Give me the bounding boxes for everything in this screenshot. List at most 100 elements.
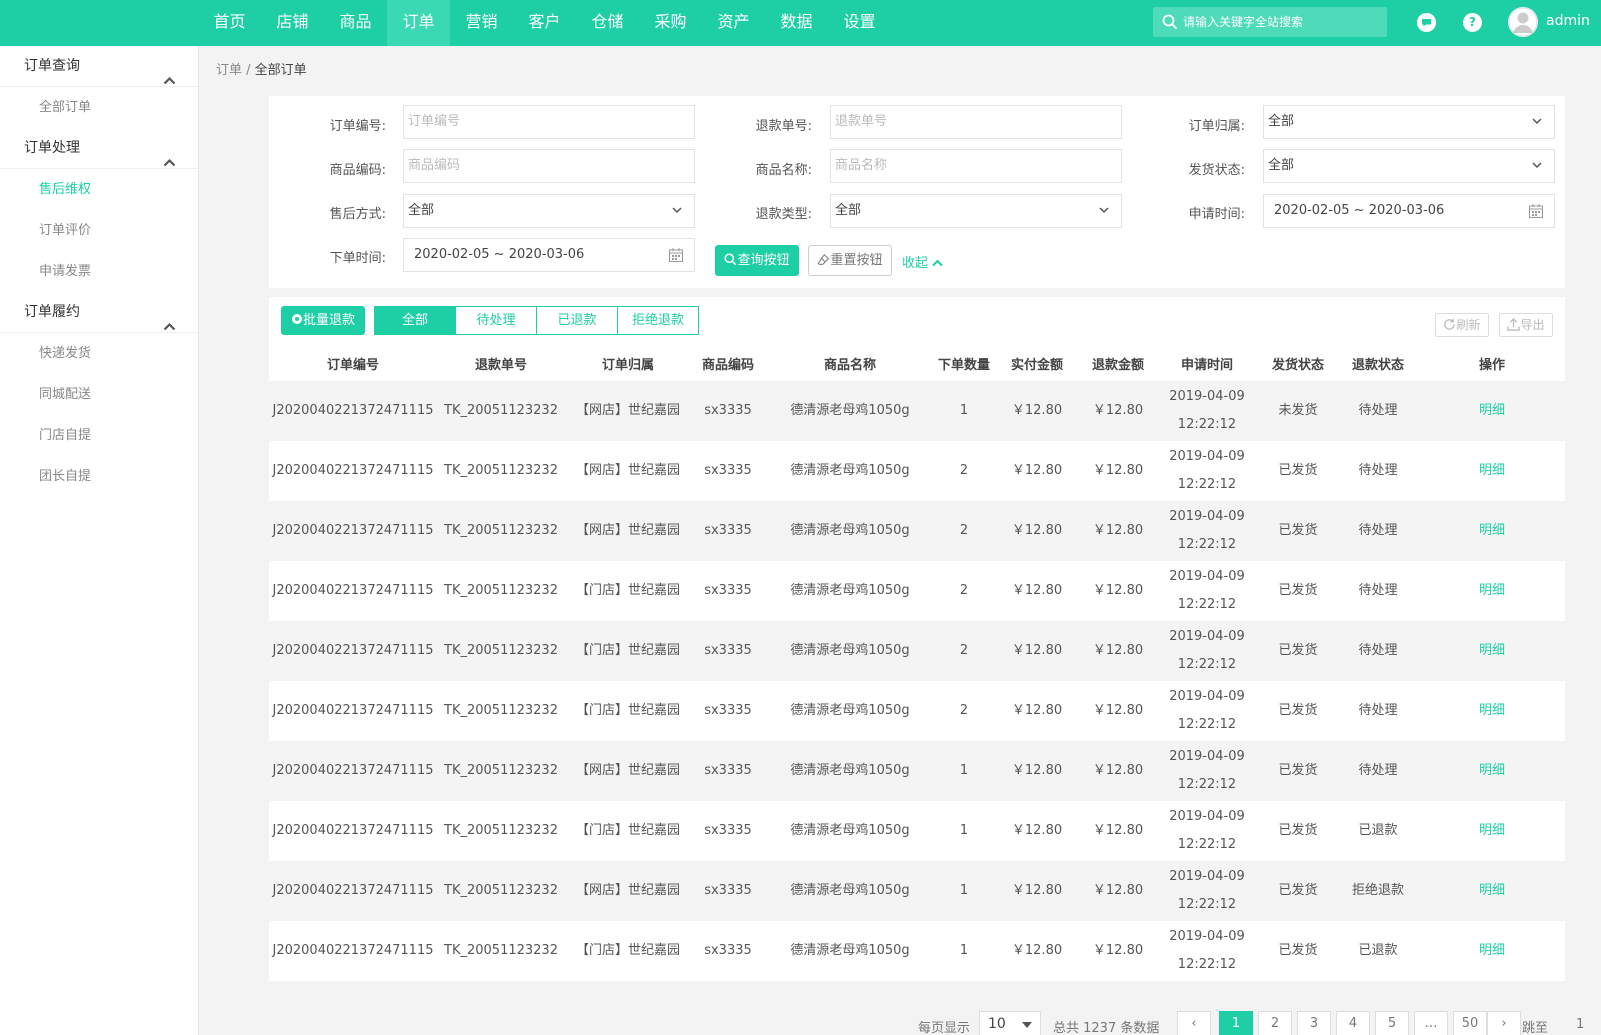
goods-code-input[interactable]: 商品编码 bbox=[403, 149, 695, 183]
aftersale-select[interactable]: 全部 bbox=[403, 194, 695, 228]
page-button[interactable]: … bbox=[1414, 1011, 1448, 1035]
page-button[interactable]: 1 bbox=[1219, 1011, 1253, 1035]
goto-input[interactable]: 1 bbox=[1576, 1017, 1584, 1032]
export-icon bbox=[1507, 318, 1521, 331]
apply-date: 2019-04-09 bbox=[1169, 929, 1245, 944]
query-button[interactable]: 查询按钮 bbox=[715, 245, 799, 276]
order-owner-cell: 【网店】世纪嘉园 bbox=[565, 861, 691, 921]
detail-link[interactable]: 明细 bbox=[1419, 381, 1565, 441]
refresh-button[interactable]: 刷新 bbox=[1435, 313, 1489, 337]
total-count: 总共 1237 条数据 bbox=[1053, 1021, 1160, 1035]
detail-link[interactable]: 明细 bbox=[1419, 441, 1565, 501]
reset-button[interactable]: 重置按钮 bbox=[808, 245, 892, 276]
sidebar-item[interactable]: 团长自提 bbox=[0, 456, 198, 497]
nav-item[interactable]: 资产 bbox=[702, 0, 765, 46]
sidebar-group[interactable]: 订单履约 bbox=[0, 292, 198, 333]
paid-amount-cell: ￥12.80 bbox=[993, 441, 1081, 501]
refund-no-cell: TK_20051123232 bbox=[437, 501, 565, 561]
goods-code-cell: sx3335 bbox=[691, 741, 765, 801]
nav-item[interactable]: 店铺 bbox=[261, 0, 324, 46]
refund-table: 订单编号 退款单号 订单归属 商品编码 商品名称 下单数量 实付金额 退款金额 申请时间 发货状态… bbox=[269, 345, 1565, 981]
goods-name-input[interactable]: 商品名称 bbox=[830, 149, 1122, 183]
owner-select[interactable]: 全部 bbox=[1263, 105, 1555, 139]
per-page-select[interactable]: 10 bbox=[979, 1011, 1041, 1035]
nav-item[interactable]: 客户 bbox=[513, 0, 576, 46]
order-no-cell: J2020040221372471115 bbox=[269, 621, 437, 681]
detail-link[interactable]: 明细 bbox=[1419, 921, 1565, 981]
table-body: J2020040221372471115 TK_20051123232 【网店】世纪… bbox=[269, 381, 1565, 981]
sidebar-item[interactable]: 同城配送 bbox=[0, 374, 198, 415]
help-icon[interactable]: ? bbox=[1463, 13, 1482, 32]
column-header: 实付金额 bbox=[993, 345, 1081, 381]
message-icon[interactable] bbox=[1417, 13, 1436, 32]
page-button[interactable]: 2 bbox=[1258, 1011, 1292, 1035]
goods-code-cell: sx3335 bbox=[691, 381, 765, 441]
nav-item[interactable]: 数据 bbox=[765, 0, 828, 46]
nav-item[interactable]: 首页 bbox=[198, 0, 261, 46]
order-no-input[interactable]: 订单编号 bbox=[403, 105, 695, 139]
refund-amount-cell: ￥12.80 bbox=[1081, 621, 1155, 681]
refund-amount-cell: ￥12.80 bbox=[1081, 801, 1155, 861]
order-time-picker[interactable]: 2020-02-05 ~ 2020-03-06 bbox=[403, 238, 695, 272]
avatar[interactable] bbox=[1508, 7, 1538, 37]
refund-no-cell: TK_20051123232 bbox=[437, 381, 565, 441]
apply-time-picker[interactable]: 2020-02-05 ~ 2020-03-06 bbox=[1263, 194, 1555, 228]
sidebar-item[interactable]: 门店自提 bbox=[0, 415, 198, 456]
paid-amount-cell: ￥12.80 bbox=[993, 681, 1081, 741]
sidebar-group[interactable]: 订单查询 bbox=[0, 46, 198, 87]
order-no-cell: J2020040221372471115 bbox=[269, 681, 437, 741]
detail-link[interactable]: 明细 bbox=[1419, 621, 1565, 681]
next-page-button[interactable]: › bbox=[1487, 1011, 1521, 1035]
aftersale-label: 售后方式: bbox=[329, 207, 386, 222]
tab-status[interactable]: 待处理 bbox=[455, 306, 537, 335]
refund-status-cell: 待处理 bbox=[1337, 561, 1419, 621]
chevron-down-icon bbox=[1532, 162, 1542, 169]
tab-status[interactable]: 拒绝退款 bbox=[617, 306, 699, 335]
column-header: 订单编号 bbox=[269, 345, 437, 381]
page-button[interactable]: 5 bbox=[1375, 1011, 1409, 1035]
nav-item[interactable]: 仓储 bbox=[576, 0, 639, 46]
tab-status[interactable]: 已退款 bbox=[536, 306, 618, 335]
detail-link[interactable]: 明细 bbox=[1419, 501, 1565, 561]
chevron-up-icon bbox=[163, 307, 176, 348]
ship-status-cell: 已发货 bbox=[1259, 801, 1337, 861]
page-button[interactable]: 50 bbox=[1453, 1011, 1487, 1035]
global-search[interactable] bbox=[1153, 7, 1387, 37]
gear-icon bbox=[291, 314, 302, 324]
sidebar-item[interactable]: 申请发票 bbox=[0, 251, 198, 292]
refund-status-cell: 待处理 bbox=[1337, 741, 1419, 801]
export-button[interactable]: 导出 bbox=[1499, 313, 1553, 337]
sidebar-item[interactable]: 订单评价 bbox=[0, 210, 198, 251]
detail-link[interactable]: 明细 bbox=[1419, 741, 1565, 801]
ship-status-select[interactable]: 全部 bbox=[1263, 149, 1555, 183]
apply-time-value: 2020-02-05 ~ 2020-03-06 bbox=[1274, 203, 1445, 218]
export-label: 导出 bbox=[1520, 318, 1545, 332]
page-button[interactable]: 3 bbox=[1297, 1011, 1331, 1035]
nav-item[interactable]: 采购 bbox=[639, 0, 702, 46]
refund-type-select[interactable]: 全部 bbox=[830, 194, 1122, 228]
order-no-cell: J2020040221372471115 bbox=[269, 501, 437, 561]
nav-item[interactable]: 商品 bbox=[324, 0, 387, 46]
detail-link[interactable]: 明细 bbox=[1419, 561, 1565, 621]
refund-no-cell: TK_20051123232 bbox=[437, 441, 565, 501]
search-input[interactable] bbox=[1183, 7, 1381, 37]
collapse-toggle[interactable]: 收起 bbox=[902, 252, 943, 271]
page-button[interactable]: 4 bbox=[1336, 1011, 1370, 1035]
nav-item[interactable]: 订单 bbox=[387, 0, 450, 46]
sidebar-group[interactable]: 订单处理 bbox=[0, 128, 198, 169]
nav-item[interactable]: 营销 bbox=[450, 0, 513, 46]
tab-status[interactable]: 全部 bbox=[374, 306, 456, 335]
nav-item[interactable]: 设置 bbox=[828, 0, 891, 46]
detail-link[interactable]: 明细 bbox=[1419, 801, 1565, 861]
detail-link[interactable]: 明细 bbox=[1419, 861, 1565, 921]
refund-no-input[interactable]: 退款单号 bbox=[830, 105, 1122, 139]
prev-page-button[interactable]: ‹ bbox=[1177, 1011, 1211, 1035]
breadcrumb-parent[interactable]: 订单 bbox=[216, 63, 242, 78]
batch-refund-button[interactable]: 批量退款 bbox=[281, 306, 365, 335]
detail-link[interactable]: 明细 bbox=[1419, 681, 1565, 741]
refund-type-value: 全部 bbox=[835, 203, 862, 218]
paid-amount-cell: ￥12.80 bbox=[993, 621, 1081, 681]
username[interactable]: admin bbox=[1546, 13, 1590, 29]
sidebar-group-title: 订单履约 bbox=[24, 304, 80, 320]
refund-status-cell: 待处理 bbox=[1337, 441, 1419, 501]
